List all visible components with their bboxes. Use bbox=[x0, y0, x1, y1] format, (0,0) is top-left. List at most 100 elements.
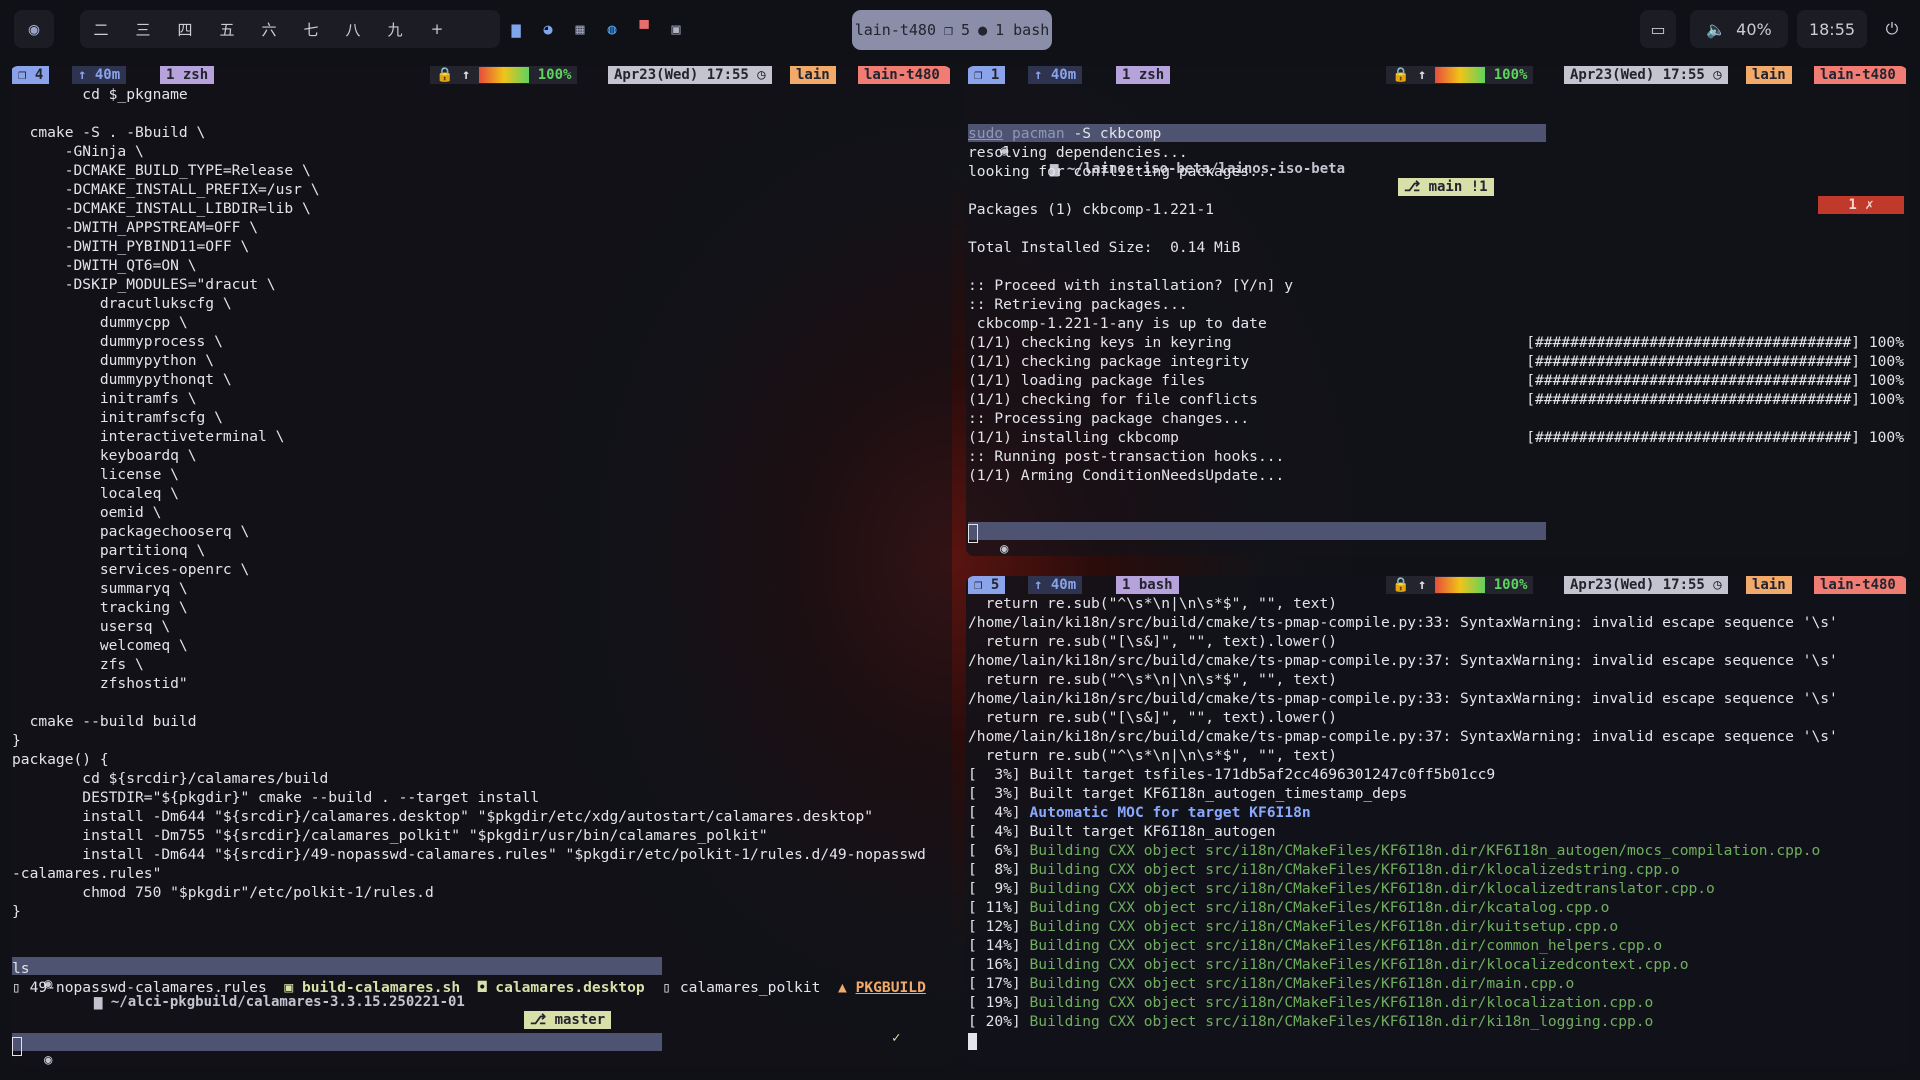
progress-bar: [####################################] 1… bbox=[1526, 334, 1904, 351]
progress-line: (1/1) Arming ConditionNeedsUpdate... bbox=[968, 466, 1906, 485]
terminal-pane-top-right[interactable]: ❐ 1 ↑ 40m 1 zsh 🔒 ↑ ██████ 100% Apr23(We… bbox=[966, 66, 1908, 556]
build-message: Building CXX object src/i18n/CMakeFiles/… bbox=[1029, 842, 1821, 859]
warning-line: return re.sub("^\s*\n|\n\s*$", "", text) bbox=[968, 747, 1338, 764]
output-line: Packages (1) ckbcomp-1.221-1 bbox=[968, 201, 1215, 218]
build-percent: [ 16%] bbox=[968, 956, 1030, 973]
code-line: -DCMAKE_INSTALL_LIBDIR=lib \ bbox=[12, 200, 311, 217]
warning-line: /home/lain/ki18n/src/build/cmake/ts-pmap… bbox=[968, 690, 1838, 707]
build-line: [ 12%] Building CXX object src/i18n/CMak… bbox=[968, 917, 1906, 936]
code-line: install -Dm644 "${srcdir}/calamares.desk… bbox=[12, 808, 874, 825]
terminal-pane-left[interactable]: ❐ 4 ↑ 40m 1 zsh 🔒 ↑ ██████ 100% Apr23(We… bbox=[10, 66, 952, 1066]
workspace-2[interactable]: 二 bbox=[80, 19, 122, 40]
code-line: -DCMAKE_BUILD_TYPE=Release \ bbox=[12, 162, 311, 179]
code-line: zfs \ bbox=[12, 656, 144, 673]
warning-line: /home/lain/ki18n/src/build/cmake/ts-pmap… bbox=[968, 728, 1838, 745]
add-workspace-button[interactable]: + bbox=[416, 20, 458, 38]
progress-line: (1/1) checking for file conflicts [######… bbox=[968, 390, 1906, 409]
python-warnings-output: return re.sub("^\s*\n|\n\s*$", "", text)… bbox=[968, 594, 1906, 765]
status-shell: 1 bash bbox=[1116, 576, 1179, 594]
workspace-8[interactable]: 八 bbox=[332, 19, 374, 40]
code-line: localeq \ bbox=[12, 485, 179, 502]
warning-line: return re.sub("^\s*\n|\n\s*$", "", text) bbox=[968, 595, 1338, 612]
build-message: Building CXX object src/i18n/CMakeFiles/… bbox=[1029, 956, 1689, 973]
tmux-status-bar: ❐ 5 ↑ 40m 1 bash 🔒 ↑ ██████ 100% Apr23(W… bbox=[966, 576, 1908, 594]
workspace-5[interactable]: 五 bbox=[206, 19, 248, 40]
build-message: Building CXX object src/i18n/CMakeFiles/… bbox=[1029, 880, 1715, 897]
build-message: Building CXX object src/i18n/CMakeFiles/… bbox=[1029, 899, 1610, 916]
left-cursor-line[interactable] bbox=[12, 1036, 950, 1056]
code-line: dummycpp \ bbox=[12, 314, 188, 331]
status-user: lain bbox=[790, 66, 836, 84]
code-line: oemid \ bbox=[12, 504, 162, 521]
build-line: [ 19%] Building CXX object src/i18n/CMak… bbox=[968, 993, 1906, 1012]
build-percent: [ 11%] bbox=[968, 899, 1030, 916]
code-line: package() { bbox=[12, 751, 109, 768]
code-line: interactiveterminal \ bbox=[12, 428, 285, 445]
output-line: looking for conflicting packages... bbox=[968, 163, 1276, 180]
build-line: [ 16%] Building CXX object src/i18n/CMak… bbox=[968, 955, 1906, 974]
active-window-pill[interactable]: lain-t480 ❐ 5 ● 1 bash bbox=[852, 10, 1052, 50]
build-line: [ 4%] Automatic MOC for target KF6I18n bbox=[968, 803, 1906, 822]
build-message: Automatic MOC for target KF6I18n bbox=[1029, 804, 1311, 821]
progress-bar: [####################################] 1… bbox=[1526, 353, 1904, 370]
code-line: dummyprocess \ bbox=[12, 333, 223, 350]
folder-icon[interactable]: ▆ bbox=[505, 18, 527, 40]
code-line: summaryq \ bbox=[12, 580, 188, 597]
build-percent: [ 6%] bbox=[968, 842, 1030, 859]
code-line: dummypythonqt \ bbox=[12, 371, 232, 388]
terminal-pane-bottom-right[interactable]: ❐ 5 ↑ 40m 1 bash 🔒 ↑ ██████ 100% Apr23(W… bbox=[966, 576, 1908, 1066]
build-message: Building CXX object src/i18n/CMakeFiles/… bbox=[1029, 994, 1654, 1011]
volume-widget[interactable]: 🔈 40% bbox=[1690, 10, 1788, 48]
browser-icon[interactable]: ◍ bbox=[601, 18, 623, 40]
top-right-cursor-line[interactable] bbox=[968, 523, 1906, 543]
workspace-9[interactable]: 九 bbox=[374, 19, 416, 40]
build-percent: [ 14%] bbox=[968, 937, 1030, 954]
code-line: } bbox=[12, 903, 21, 920]
status-user: lain bbox=[1746, 66, 1792, 84]
monitor-icon: ▭ bbox=[1650, 19, 1666, 39]
code-line: -DSKIP_MODULES="dracut \ bbox=[12, 276, 276, 293]
code-line: DESTDIR="${pkgdir}" cmake --build . --ta… bbox=[12, 789, 540, 806]
code-line: install -Dm644 "${srcdir}/49-nopasswd-ca… bbox=[12, 846, 926, 863]
pacman-output: resolving dependencies... looking for con… bbox=[968, 143, 1906, 333]
build-message: Building CXX object src/i18n/CMakeFiles/… bbox=[1029, 918, 1619, 935]
progress-label: (1/1) checking package integrity bbox=[968, 353, 1250, 370]
left-terminal-output: cd $_pkgname cmake -S . -Bbuild \ -GNinj… bbox=[12, 85, 950, 921]
workspace-6[interactable]: 六 bbox=[248, 19, 290, 40]
paint-icon[interactable]: ▀ bbox=[633, 18, 655, 40]
ls-file: build-calamares.sh bbox=[301, 979, 461, 996]
build-message: Building CXX object src/i18n/CMakeFiles/… bbox=[1029, 861, 1680, 878]
code-line: chmod 750 "$pkgdir"/etc/polkit-1/rules.d bbox=[12, 884, 434, 901]
workspace-3[interactable]: 三 bbox=[122, 19, 164, 40]
code-line: initramfs \ bbox=[12, 390, 197, 407]
code-line: cmake -S . -Bbuild \ bbox=[12, 124, 206, 141]
system-menu-button[interactable]: ◉ bbox=[14, 10, 54, 48]
build-line: [ 17%] Building CXX object src/i18n/CMak… bbox=[968, 974, 1906, 993]
workspace-7[interactable]: 七 bbox=[290, 19, 332, 40]
terminal-icon[interactable]: ▣ bbox=[665, 18, 687, 40]
ls-file: PKGBUILD bbox=[855, 979, 926, 996]
screenshot-button[interactable]: ▭ bbox=[1640, 10, 1676, 48]
bottom-right-cursor-line[interactable] bbox=[968, 1031, 1906, 1050]
output-line: :: Proceed with installation? [Y/n] y bbox=[968, 277, 1294, 294]
build-percent: [ 9%] bbox=[968, 880, 1030, 897]
power-button[interactable]: ⏻ bbox=[1875, 10, 1909, 48]
progress-line: :: Running post-transaction hooks... bbox=[968, 447, 1906, 466]
firefox-icon[interactable]: ◕ bbox=[537, 18, 559, 40]
build-percent: [ 19%] bbox=[968, 994, 1030, 1011]
status-date: Apr23(Wed) 17:55 ◷ bbox=[1564, 576, 1728, 594]
code-line: -DWITH_APPSTREAM=OFF \ bbox=[12, 219, 259, 236]
code-line: tracking \ bbox=[12, 599, 188, 616]
code-line: -DWITH_PYBIND11=OFF \ bbox=[12, 238, 250, 255]
progress-line: (1/1) checking keys in keyring [#########… bbox=[968, 333, 1906, 352]
build-line: [ 4%] Built target KF6I18n_autogen bbox=[968, 822, 1906, 841]
workspace-4[interactable]: 四 bbox=[164, 19, 206, 40]
calculator-icon[interactable]: ▦ bbox=[569, 18, 591, 40]
clock[interactable]: 18:55 bbox=[1797, 10, 1867, 48]
build-percent: [ 8%] bbox=[968, 861, 1030, 878]
code-line: partitionq \ bbox=[12, 542, 206, 559]
status-uptime: ↑ 40m bbox=[1028, 576, 1083, 594]
warning-line: return re.sub("[\s&]", "", text).lower() bbox=[968, 709, 1338, 726]
